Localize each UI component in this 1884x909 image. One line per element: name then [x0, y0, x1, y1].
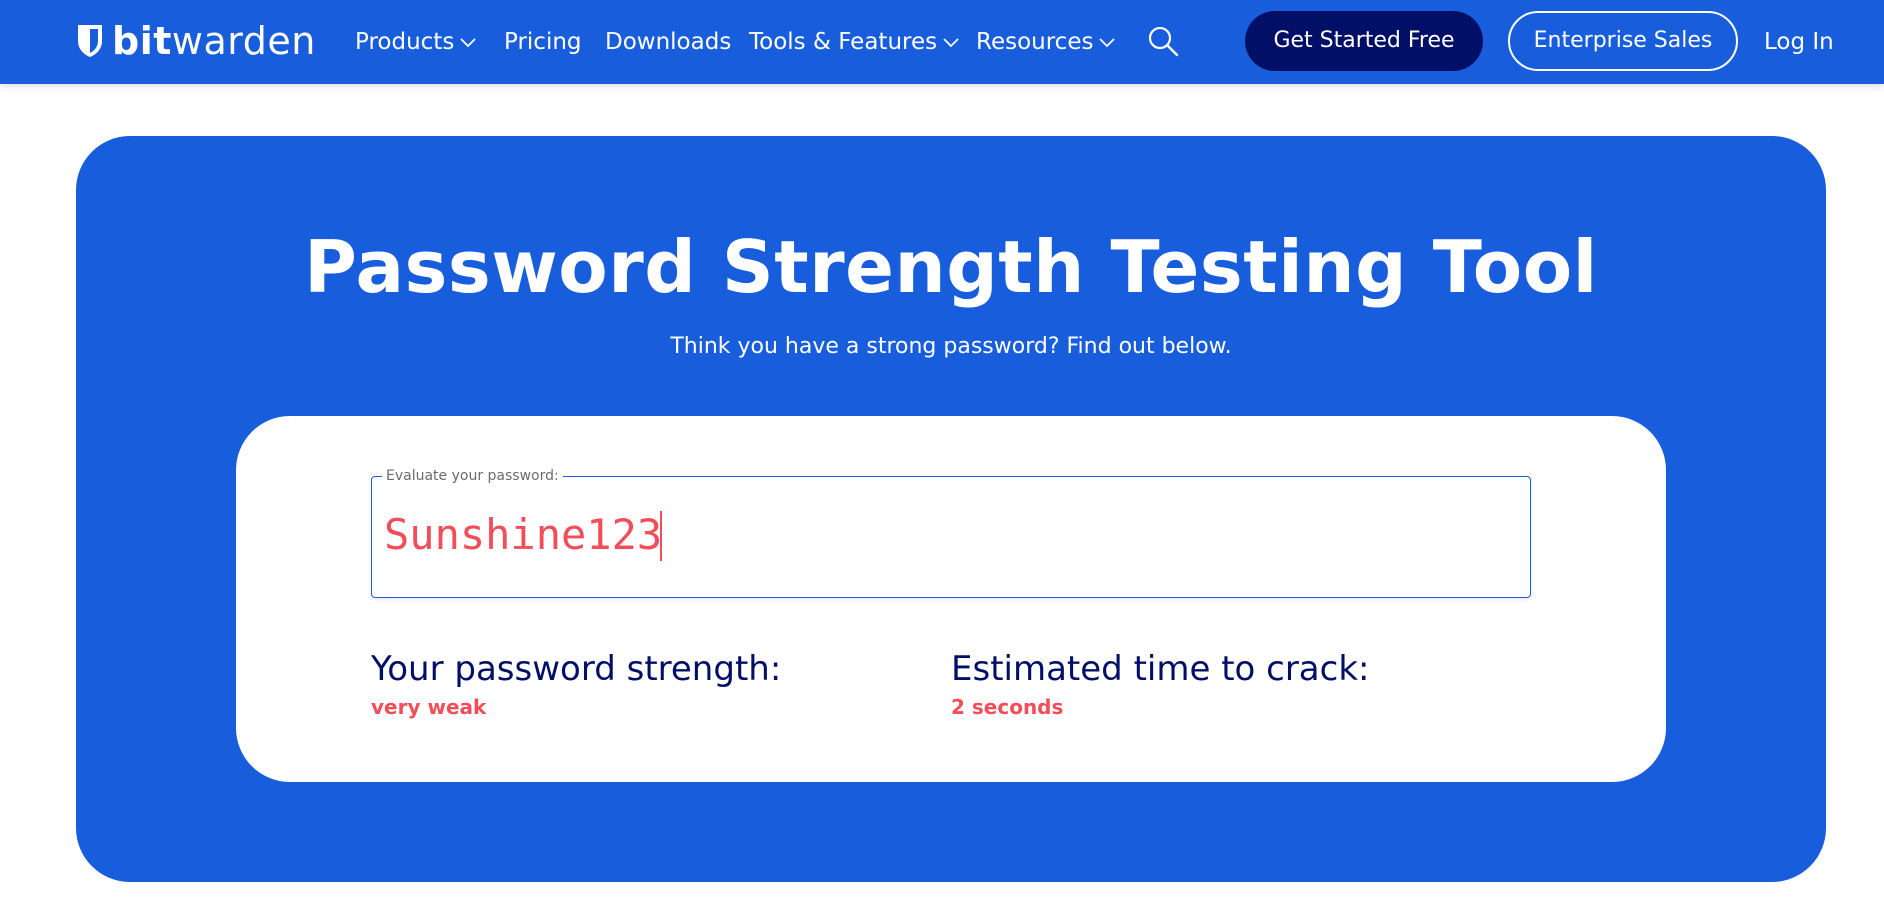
strength-heading: Your password strength:: [371, 649, 782, 689]
crack-time-heading: Estimated time to crack:: [951, 649, 1370, 689]
search-icon[interactable]: [1147, 25, 1179, 57]
hero-section: Password Strength Testing Tool Think you…: [76, 136, 1826, 882]
get-started-free-button[interactable]: Get Started Free: [1245, 11, 1483, 71]
chevron-down-icon: [943, 38, 959, 48]
enterprise-sales-button[interactable]: Enterprise Sales: [1508, 11, 1738, 71]
page-title: Password Strength Testing Tool: [304, 225, 1598, 309]
strength-value: very weak: [371, 695, 487, 719]
nav-tools-features[interactable]: Tools & Features: [749, 24, 959, 60]
nav-resources[interactable]: Resources: [976, 24, 1116, 60]
text-caret: [660, 511, 662, 561]
nav-downloads[interactable]: Downloads: [605, 24, 731, 60]
nav-products-label: Products: [355, 29, 455, 55]
logo-bold-text: bit: [112, 19, 172, 63]
top-navbar: bitwarden Products Pricing Downloads Too…: [0, 0, 1884, 84]
chevron-down-icon: [460, 38, 476, 48]
nav-downloads-label: Downloads: [605, 29, 732, 55]
page-subtitle: Think you have a strong password? Find o…: [670, 334, 1232, 359]
logo-regular-text: warden: [171, 19, 316, 63]
nav-resources-label: Resources: [976, 29, 1094, 55]
crack-time-value: 2 seconds: [951, 695, 1064, 719]
password-field-label: Evaluate your password:: [382, 466, 563, 486]
log-in-link[interactable]: Log In: [1764, 24, 1834, 60]
password-field[interactable]: Evaluate your password:: [371, 466, 1531, 598]
shield-icon: [78, 25, 102, 57]
password-checker-card: Evaluate your password: Your password st…: [236, 416, 1666, 782]
nav-pricing-label: Pricing: [504, 29, 582, 55]
nav-tools-features-label: Tools & Features: [749, 29, 938, 55]
nav-products[interactable]: Products: [355, 24, 476, 60]
nav-pricing[interactable]: Pricing: [504, 24, 582, 60]
bitwarden-logo[interactable]: bitwarden: [76, 21, 316, 61]
logo-wordmark: bitwarden: [112, 21, 316, 61]
password-input[interactable]: [384, 507, 1514, 563]
chevron-down-icon: [1099, 38, 1116, 48]
